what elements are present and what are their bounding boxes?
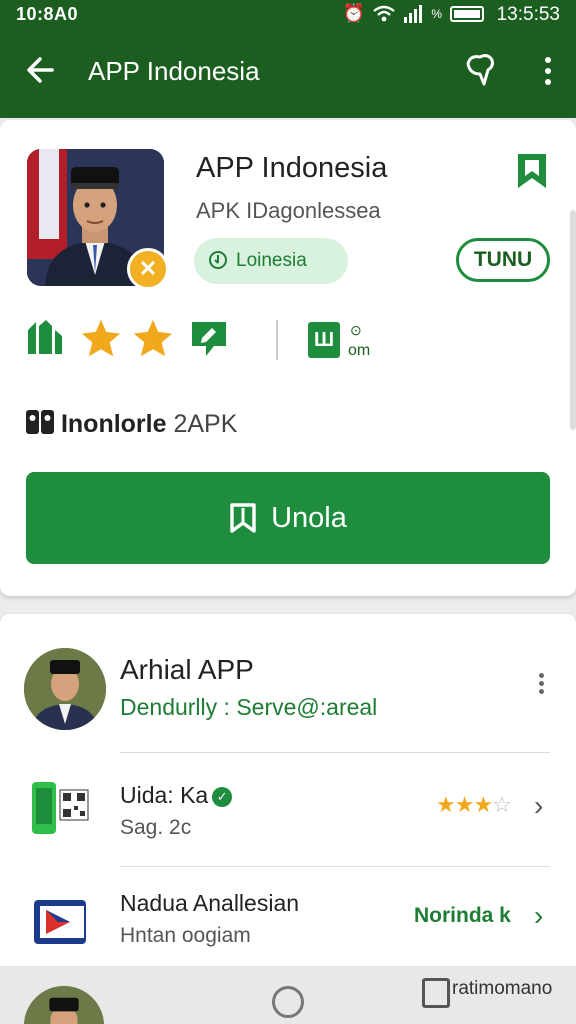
- stat-label: om: [348, 342, 371, 359]
- app-bar: APP Indonesia: [0, 32, 576, 112]
- status-icons: ⏰ %: [343, 3, 484, 24]
- download-stat-icon: Ш: [308, 322, 340, 358]
- top-bar: 10:8A0 ⏰ % 13:5:53 APP Indonesia: [0, 0, 576, 118]
- developer-name: Arhial APP: [120, 654, 254, 685]
- list-item-subtitle: Sag. 2c: [120, 816, 192, 839]
- divider: [120, 752, 550, 753]
- status-bar: 10:8A0 ⏰ % 13:5:53: [0, 0, 576, 32]
- list-item-title: Nadua Anallesian: [120, 890, 300, 916]
- status-time-left: 10:8A0: [16, 4, 79, 24]
- list-item-title: Uida: Ka ✓: [120, 782, 233, 809]
- stat-indicator-icon: ⊙: [350, 322, 362, 338]
- profile-avatar-image: [24, 986, 104, 1024]
- overflow-menu-icon[interactable]: [536, 52, 560, 92]
- profile-avatar[interactable]: [24, 986, 104, 1024]
- install-button-label: Unola: [271, 501, 347, 534]
- battery-percent: %: [431, 6, 442, 21]
- list-item-subtitle: Hntan oogiam: [120, 924, 251, 947]
- developer-name-bold: Inonlorle: [60, 410, 167, 438]
- wifi-icon: [373, 5, 396, 21]
- app-details-card: ✕ APP Indonesia APK IDagonlessea Loinesi…: [0, 120, 576, 596]
- category-chip[interactable]: Loinesia: [194, 238, 348, 284]
- developer-card: Arhial APP Dendurlly : Serve@:areal Uida…: [0, 614, 576, 994]
- status-time-right: 13:5:53: [496, 4, 560, 25]
- star-icon: [133, 319, 173, 357]
- verified-icon: ✓: [212, 787, 233, 807]
- divider: [120, 866, 550, 867]
- stats-divider: [276, 320, 278, 360]
- list-item-link[interactable]: Norinda k: [414, 904, 511, 928]
- chart-icon: [28, 320, 62, 354]
- chevron-right-icon[interactable]: ›: [534, 900, 543, 932]
- star-rating: ★★★☆: [436, 792, 512, 817]
- install-icon: [230, 503, 256, 533]
- folder-play-icon: [34, 900, 86, 944]
- location-icon: [209, 251, 227, 269]
- chevron-right-icon[interactable]: ›: [534, 790, 543, 822]
- app-name: APP Indonesia: [196, 152, 388, 184]
- developer-name-rest: 2APK: [166, 410, 238, 438]
- developer-avatar-image: [24, 648, 106, 730]
- back-arrow-icon[interactable]: [22, 50, 62, 90]
- alarm-icon: ⏰: [342, 3, 366, 23]
- battery-icon: [450, 5, 484, 22]
- bookmark-icon[interactable]: [514, 150, 550, 192]
- wrench-badge-icon: ✕: [127, 248, 169, 290]
- app-bar-title: APP Indonesia: [88, 56, 260, 86]
- developer-email[interactable]: Dendurlly : Serve@:areal: [120, 694, 377, 721]
- scrollbar[interactable]: [570, 210, 576, 430]
- install-button[interactable]: Unola: [26, 472, 550, 564]
- turn-button[interactable]: TUNU: [456, 238, 550, 282]
- star-icon: [81, 319, 121, 357]
- developer-logo-icon: [26, 410, 54, 434]
- signal-icon: [404, 4, 423, 23]
- developer-more-icon[interactable]: [534, 670, 548, 700]
- developer-line: Inonlorle 2APK: [26, 410, 237, 439]
- bottom-nav-bar: ratimomano: [0, 966, 576, 1024]
- home-button[interactable]: [272, 986, 304, 1018]
- app-subtitle: APK IDagonlessea: [196, 198, 381, 223]
- clipboard-icon[interactable]: [422, 978, 450, 1008]
- share-icon[interactable]: [460, 50, 500, 90]
- edit-badge-icon[interactable]: [188, 318, 230, 360]
- qr-phone-icon: [32, 782, 89, 834]
- developer-avatar[interactable]: [24, 648, 106, 730]
- category-chip-label: Loinesia: [236, 250, 307, 271]
- bottom-nav-label[interactable]: ratimomano: [452, 978, 552, 1000]
